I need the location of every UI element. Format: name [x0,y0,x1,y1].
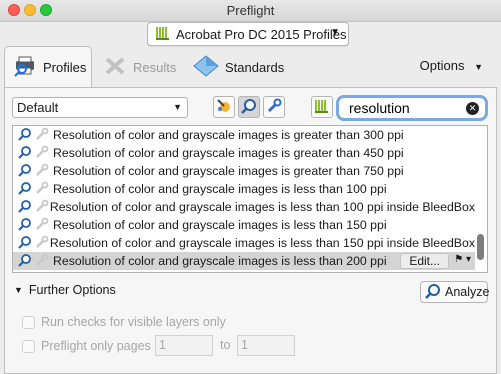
tab-profiles-label: Profiles [43,60,87,75]
list-item-label: Resolution of color and grayscale images… [53,128,404,142]
fixup-wrench-icon [35,181,49,198]
chevron-down-icon: ▼ [474,62,483,72]
row-icons [13,163,53,180]
tab-standards-label: Standards [225,59,285,75]
check-magnifier-icon [17,145,33,162]
profile-check-list[interactable]: Resolution of color and grayscale images… [12,125,488,273]
profile-filter-dropdown[interactable]: Default ▼ [12,97,188,118]
window-title: Preflight [226,3,275,18]
magnifier-icon [425,283,441,302]
clear-x-icon[interactable]: ✕ [466,102,479,115]
edit-button[interactable]: Edit... [400,253,449,269]
check-magnifier-icon [17,163,33,180]
wrench-cross-icon [103,55,127,80]
profile-library-select[interactable]: Acrobat Pro DC 2015 Profiles ▼ [147,22,349,46]
options-label: Options [419,58,465,73]
list-item-label: Resolution of color and grayscale images… [53,254,387,268]
only-pages-label: Preflight only pages [41,339,151,353]
check-magnifier-icon [17,235,33,252]
row-icons [13,235,50,252]
row-icons [13,217,53,234]
row-icons [13,253,53,270]
tab-results-label: Results [133,59,177,75]
fixup-wand-icon [216,98,232,117]
list-item[interactable]: Resolution of color and grayscale images… [13,216,475,234]
printer-magnifier-icon [13,55,37,80]
fixup-filter-button[interactable] [213,96,235,118]
list-item[interactable]: Resolution of color and grayscale images… [13,198,475,216]
tabs-bar: Profiles Results Standards Options ▼ [0,46,501,88]
fixup-wrench-icon [35,253,49,270]
row-icons [13,145,53,162]
fixup-wrench-icon [35,127,49,144]
further-options-toggle[interactable]: ▼ Further Options [14,283,116,297]
fixup-wrench-icon [35,217,49,234]
row-icons [13,199,50,216]
profile-library-label: Acrobat Pro DC 2015 Profiles [176,26,347,42]
page-to-label: to [220,338,231,352]
magnifier-icon [241,98,257,117]
list-scrollbar[interactable] [474,126,486,272]
options-menu-button[interactable]: Options ▼ [420,58,483,73]
row-icons [13,181,53,198]
list-item-label: Resolution of color and grayscale images… [49,236,475,250]
library-bars-icon [156,26,170,43]
disclosure-triangle-icon: ▼ [14,285,23,295]
fixup-wrench-icon [35,145,49,162]
row-icons [13,127,53,144]
list-item-label: Resolution of color and grayscale images… [49,200,475,214]
library-button[interactable] [311,96,333,118]
list-item-label: Resolution of color and grayscale images… [53,218,387,232]
list-item[interactable]: Resolution of color and grayscale images… [13,126,475,144]
check-magnifier-icon [17,217,33,234]
search-field[interactable]: ✕ [336,95,488,121]
search-input[interactable] [349,100,459,116]
only-pages-checkbox-row[interactable]: Preflight only pages [22,339,151,353]
check-magnifier-icon [17,199,33,216]
list-scroll-thumb[interactable] [477,234,484,260]
check-magnifier-icon [17,127,33,144]
fixup-wrench-icon [35,163,49,180]
wrench-icon [266,98,282,117]
list-item-label: Resolution of color and grayscale images… [53,146,404,160]
check-filter-button[interactable] [238,96,260,118]
page-from-field[interactable]: 1 [155,335,213,356]
list-item-label: Resolution of color and grayscale images… [53,164,404,178]
tab-standards[interactable]: Standards [193,46,284,88]
list-item-label: Resolution of color and grayscale images… [53,182,387,196]
list-item[interactable]: Resolution of color and grayscale images… [13,180,475,198]
check-magnifier-icon [17,181,33,198]
visible-layers-checkbox[interactable] [22,315,35,329]
check-magnifier-icon [17,253,33,270]
fixup-wrench-icon [35,199,49,216]
analyze-label: Analyze [445,285,490,299]
tab-results[interactable]: Results [103,46,176,88]
visible-layers-checkbox-row[interactable]: Run checks for visible layers only [22,315,226,329]
further-options-label: Further Options [28,283,116,297]
blue-diamond-icon [193,54,219,80]
library-bars-icon [315,99,329,116]
fixup-tool-button[interactable] [263,96,285,118]
flag-menu-icon[interactable]: ⚑ ▾ [454,254,471,265]
chevron-down-icon: ▼ [173,102,182,112]
list-item[interactable]: Resolution of color and grayscale images… [13,252,475,270]
list-item[interactable]: Resolution of color and grayscale images… [13,234,475,252]
profile-filter-value: Default [17,100,59,115]
list-item[interactable]: Resolution of color and grayscale images… [13,162,475,180]
page-to-field[interactable]: 1 [237,335,295,356]
visible-layers-label: Run checks for visible layers only [41,315,226,329]
title-bar: Preflight [0,0,501,22]
fixup-wrench-icon [35,235,49,252]
list-item[interactable]: Resolution of color and grayscale images… [13,144,475,162]
tab-profiles[interactable]: Profiles [4,46,92,88]
only-pages-checkbox[interactable] [22,339,35,353]
chevron-down-icon: ▼ [330,27,340,38]
analyze-button[interactable]: Analyze [420,281,490,303]
